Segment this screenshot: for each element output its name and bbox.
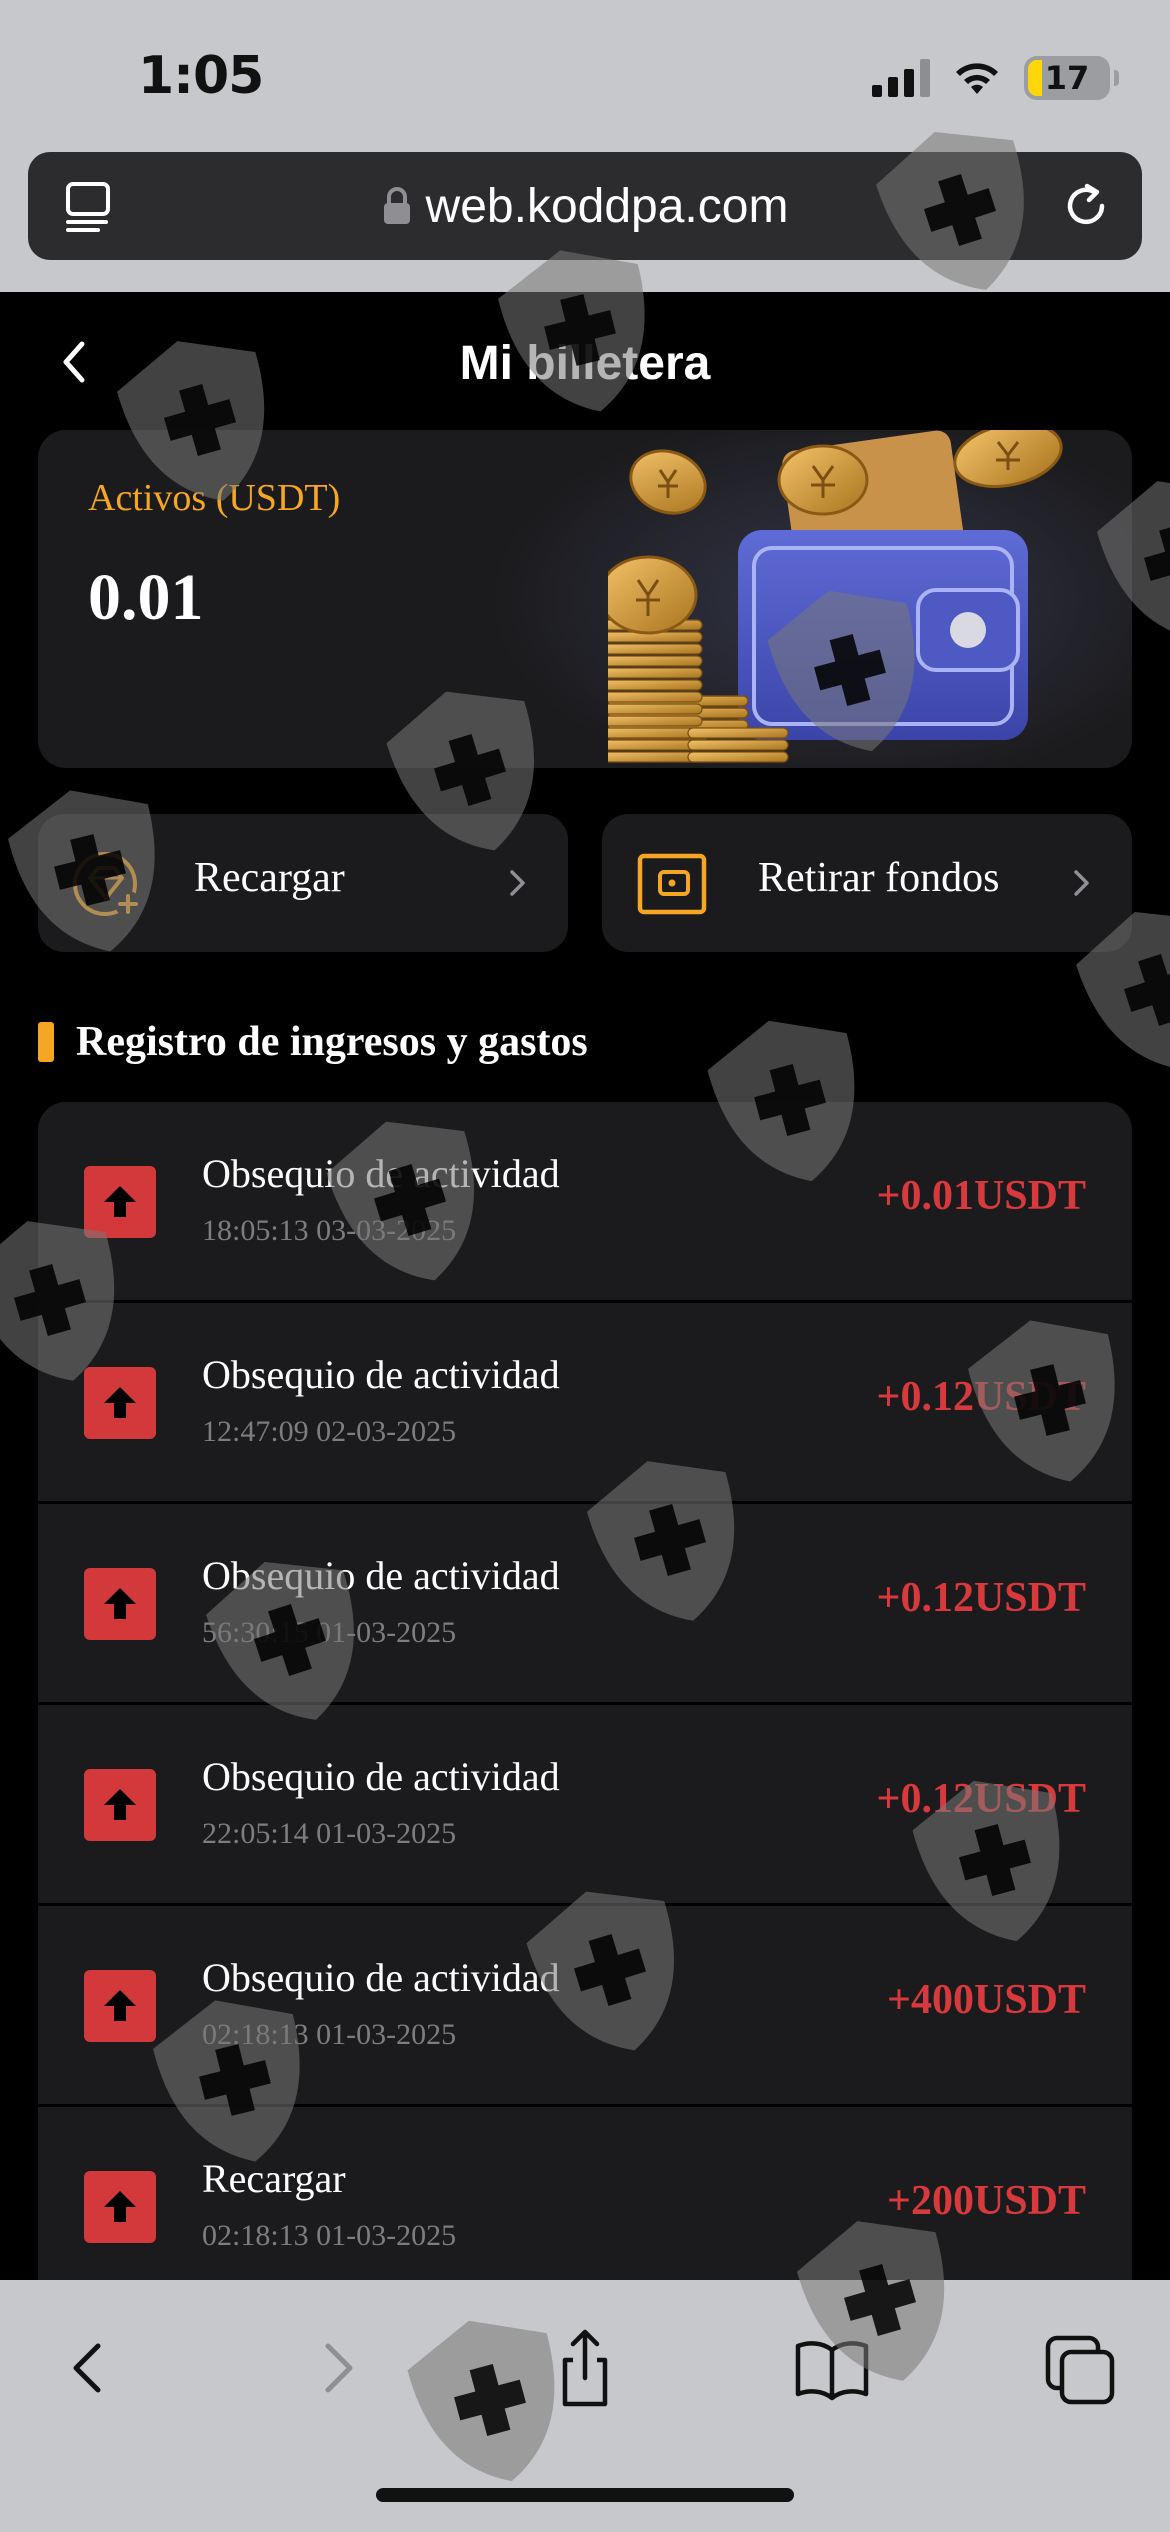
withdraw-button[interactable]: Retirar fondos bbox=[602, 814, 1132, 952]
income-arrow-icon bbox=[84, 1367, 156, 1439]
chevron-right-icon bbox=[510, 870, 525, 896]
records-section-title: Registro de ingresos y gastos bbox=[76, 1019, 588, 1065]
status-icons: 17 bbox=[872, 54, 1119, 102]
income-arrow-icon bbox=[84, 1769, 156, 1841]
record-name: Obsequio de actividad bbox=[202, 1151, 560, 1196]
record-name: Obsequio de actividad bbox=[202, 1352, 560, 1397]
bookmarks-icon[interactable] bbox=[784, 2320, 880, 2416]
assets-label: Activos (USDT) bbox=[88, 477, 341, 519]
address-bar[interactable]: web.koddpa.com bbox=[28, 152, 1142, 260]
list-item[interactable]: Recargar 02:18:13 01-03-2025 +200USDT bbox=[38, 2107, 1132, 2280]
recharge-label: Recargar bbox=[194, 855, 345, 901]
record-amount: +0.12USDT bbox=[876, 1776, 1086, 1822]
list-item[interactable]: Obsequio de actividad 56:30:15 01-03-202… bbox=[38, 1504, 1132, 1705]
list-item[interactable]: Obsequio de actividad 12:47:09 02-03-202… bbox=[38, 1303, 1132, 1504]
wifi-icon bbox=[956, 63, 998, 94]
page-header: Mi billetera bbox=[0, 292, 1170, 432]
battery-level: 17 bbox=[1044, 59, 1090, 97]
reader-menu-icon[interactable] bbox=[62, 178, 118, 234]
wallet-coins-illustration bbox=[608, 430, 1063, 763]
withdraw-label: Retirar fondos bbox=[758, 855, 1000, 901]
battery-icon: 17 bbox=[1024, 56, 1119, 100]
list-item[interactable]: Obsequio de actividad 02:18:13 01-03-202… bbox=[38, 1906, 1132, 2107]
record-amount: +0.12USDT bbox=[876, 1575, 1086, 1621]
section-accent-bar bbox=[38, 1022, 54, 1062]
record-time: 02:18:13 01-03-2025 bbox=[202, 2219, 457, 2252]
income-arrow-icon bbox=[84, 1166, 156, 1238]
record-amount: +200USDT bbox=[887, 2178, 1086, 2224]
tabs-icon[interactable] bbox=[1032, 2320, 1128, 2416]
income-arrow-icon bbox=[84, 1568, 156, 1640]
record-name: Obsequio de actividad bbox=[202, 1553, 560, 1598]
record-name: Obsequio de actividad bbox=[202, 1955, 560, 2000]
list-item[interactable]: Obsequio de actividad 22:05:14 01-03-202… bbox=[38, 1705, 1132, 1906]
record-amount: +0.01USDT bbox=[876, 1173, 1086, 1219]
lock-icon bbox=[383, 187, 410, 224]
record-amount: +400USDT bbox=[887, 1977, 1086, 2023]
wallet-page: Mi billetera Activos (USDT) 0.01 Recarga… bbox=[0, 292, 1170, 2280]
record-time: 56:30:15 01-03-2025 bbox=[202, 1616, 457, 1649]
url-text[interactable]: web.koddpa.com bbox=[426, 179, 789, 234]
home-indicator bbox=[376, 2488, 794, 2502]
wallet-icon bbox=[637, 853, 707, 915]
reload-icon[interactable] bbox=[1056, 176, 1116, 236]
income-arrow-icon bbox=[84, 2171, 156, 2243]
recharge-button[interactable]: Recargar bbox=[38, 814, 568, 952]
record-name: Recargar bbox=[202, 2156, 346, 2201]
records-list: Obsequio de actividad 18:05:13 03-03-202… bbox=[38, 1102, 1132, 2280]
record-time: 18:05:13 03-03-2025 bbox=[202, 1214, 457, 1247]
browser-back-icon[interactable] bbox=[40, 2320, 136, 2416]
chevron-right-icon bbox=[1074, 870, 1089, 896]
record-name: Obsequio de actividad bbox=[202, 1754, 560, 1799]
status-time: 1:05 bbox=[138, 46, 264, 106]
assets-card: Activos (USDT) 0.01 bbox=[38, 430, 1132, 768]
share-icon[interactable] bbox=[537, 2320, 633, 2416]
records-section-header: Registro de ingresos y gastos bbox=[38, 1012, 588, 1072]
browser-chrome-top: 1:05 17 web.koddpa.com bbox=[0, 0, 1170, 292]
list-item[interactable]: Obsequio de actividad 18:05:13 03-03-202… bbox=[38, 1102, 1132, 1303]
cellular-signal-icon bbox=[872, 59, 930, 97]
record-time: 22:05:14 01-03-2025 bbox=[202, 1817, 457, 1850]
record-time: 12:47:09 02-03-2025 bbox=[202, 1415, 457, 1448]
record-time: 02:18:13 01-03-2025 bbox=[202, 2018, 457, 2051]
diamond-add-icon bbox=[73, 852, 141, 917]
assets-balance: 0.01 bbox=[88, 561, 204, 634]
record-amount: +0.12USDT bbox=[876, 1374, 1086, 1420]
income-arrow-icon bbox=[84, 1970, 156, 2042]
browser-forward-icon[interactable] bbox=[290, 2320, 386, 2416]
page-title: Mi billetera bbox=[459, 337, 711, 390]
